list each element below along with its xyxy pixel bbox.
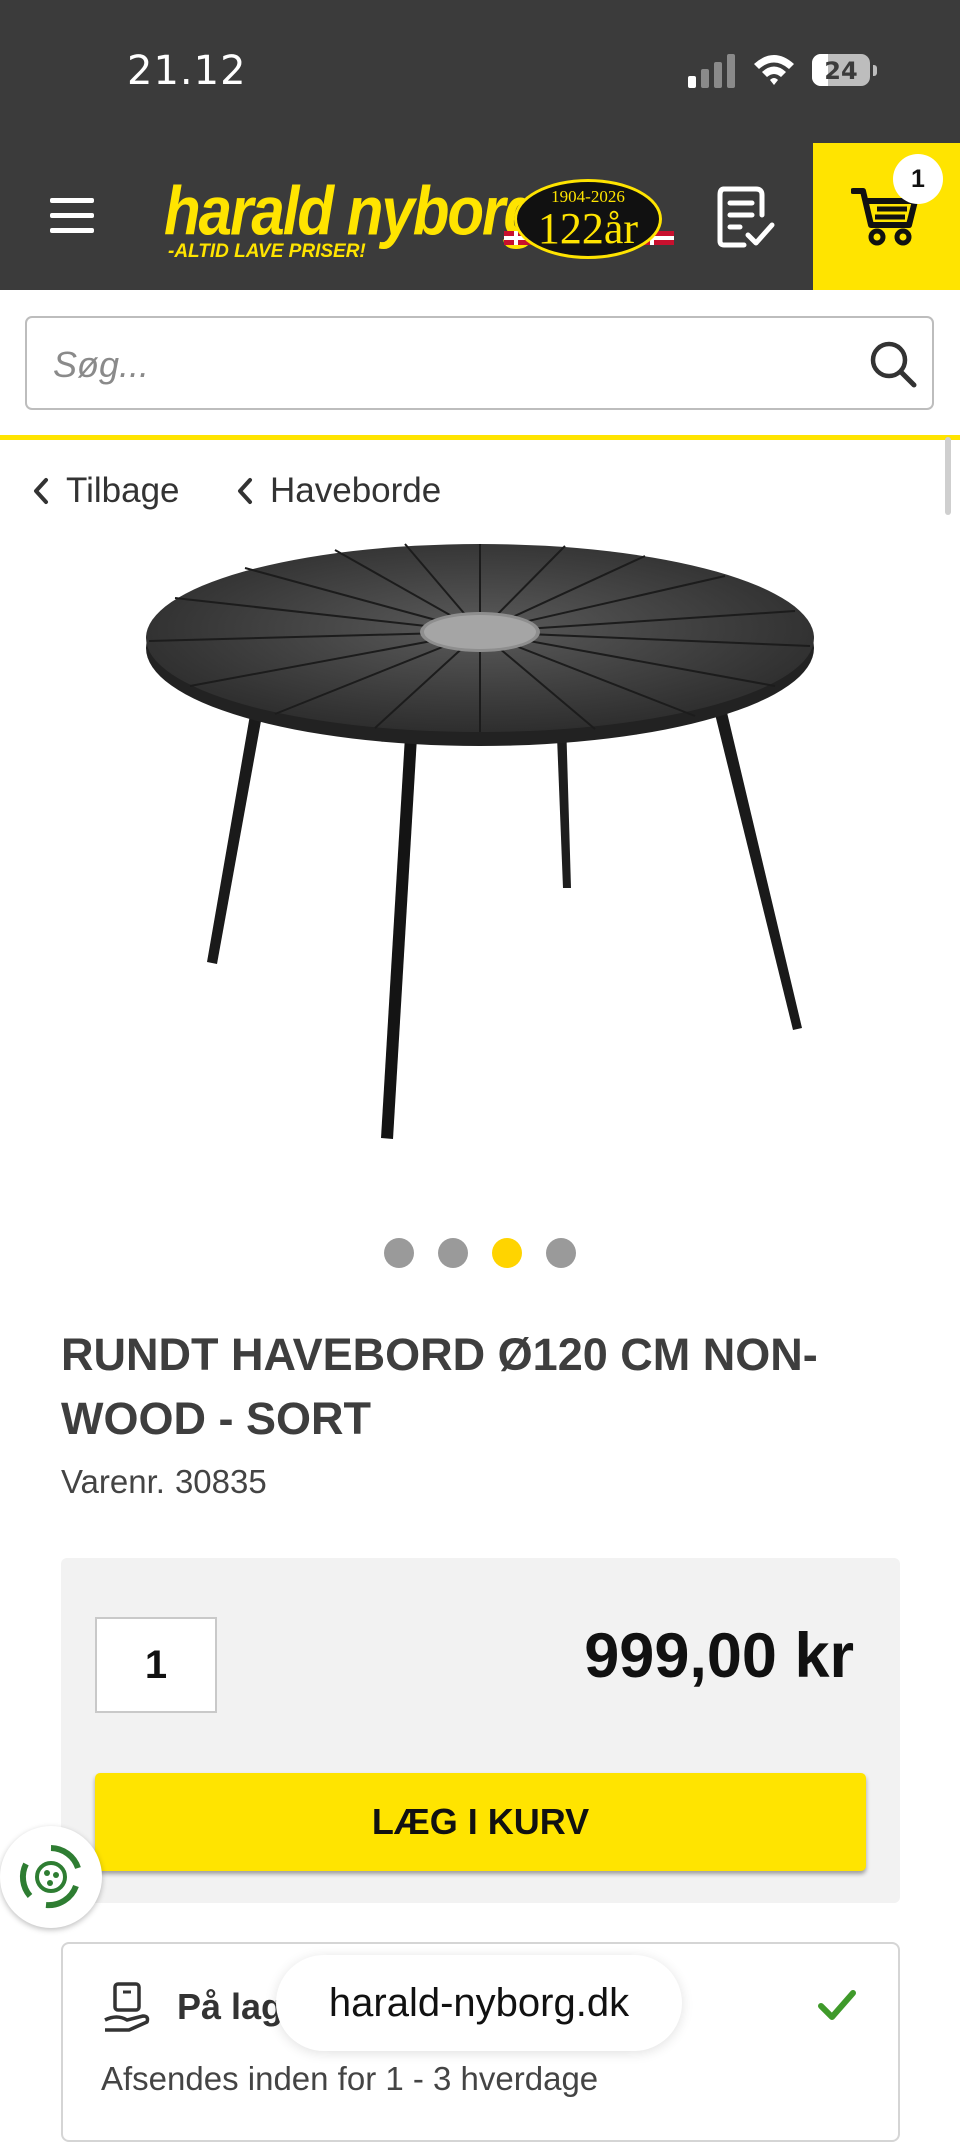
status-time: 21.12 bbox=[127, 48, 247, 94]
sustainability-badge[interactable] bbox=[0, 1826, 102, 1928]
back-link-label: Tilbage bbox=[66, 471, 180, 510]
package-hand-icon bbox=[104, 1982, 150, 2032]
harald-nyborg-logo[interactable]: harald nyborg -ALTID LAVE PRISER! 1904-2… bbox=[158, 171, 678, 263]
product-title: RUNDT HAVEBORD Ø120 CM NON-WOOD - SORT bbox=[61, 1329, 818, 1444]
product-sku: Varenr. 30835 bbox=[61, 1463, 277, 1501]
quantity-input[interactable] bbox=[95, 1617, 217, 1713]
carousel-dot-active[interactable] bbox=[492, 1238, 522, 1268]
shopping-list-icon[interactable] bbox=[716, 185, 776, 249]
logo-wordmark: harald nyborg bbox=[164, 172, 540, 250]
carousel-dot[interactable] bbox=[384, 1238, 414, 1268]
product-price: 999,00 kr bbox=[584, 1621, 854, 1691]
sku-label: Varenr. bbox=[61, 1463, 165, 1500]
sku-value: 30835 bbox=[174, 1463, 267, 1500]
hamburger-menu-icon[interactable] bbox=[46, 196, 100, 236]
search-input[interactable] bbox=[51, 336, 855, 394]
product-image[interactable] bbox=[135, 536, 825, 1146]
battery-icon: 24 bbox=[812, 54, 877, 88]
stock-label: På lag bbox=[177, 1986, 284, 2027]
logo-slogan: -ALTID LAVE PRISER! bbox=[168, 241, 366, 262]
back-link[interactable]: Tilbage bbox=[30, 466, 180, 516]
chevron-left-icon bbox=[34, 478, 48, 504]
recycle-leaf-icon bbox=[19, 1845, 81, 1909]
battery-level: 24 bbox=[824, 57, 858, 85]
stock-subtitle: Afsendes inden for 1 - 3 hverdage bbox=[101, 2060, 599, 2097]
purchase-panel: 999,00 kr LÆG I KURV bbox=[61, 1558, 900, 1903]
checkmark-icon bbox=[818, 1990, 856, 2020]
breadcrumb-category-label: Haveborde bbox=[270, 471, 442, 510]
search-icon[interactable] bbox=[867, 338, 919, 390]
anniversary-badge: 1904-2026 122år bbox=[504, 179, 674, 263]
cellular-signal-icon bbox=[688, 54, 735, 88]
cart-count-badge: 1 bbox=[893, 154, 943, 204]
search-bar bbox=[25, 316, 934, 410]
chevron-left-icon bbox=[238, 478, 252, 504]
cart-button[interactable]: 1 bbox=[813, 143, 960, 290]
site-header: harald nyborg -ALTID LAVE PRISER! 1904-2… bbox=[0, 143, 960, 290]
header-divider bbox=[0, 435, 960, 440]
badge-main: 122år bbox=[537, 204, 639, 253]
scrollbar[interactable] bbox=[945, 437, 951, 515]
image-carousel-dots bbox=[384, 1238, 584, 1272]
status-bar: 21.12 24 bbox=[0, 0, 960, 143]
browser-address-bar[interactable]: harald-nyborg.dk bbox=[276, 1955, 682, 2051]
carousel-dot[interactable] bbox=[438, 1238, 468, 1268]
carousel-dot[interactable] bbox=[546, 1238, 576, 1268]
wifi-icon bbox=[754, 55, 794, 85]
breadcrumb-category-link[interactable]: Haveborde bbox=[234, 466, 441, 516]
add-to-cart-button[interactable]: LÆG I KURV bbox=[95, 1773, 866, 1871]
